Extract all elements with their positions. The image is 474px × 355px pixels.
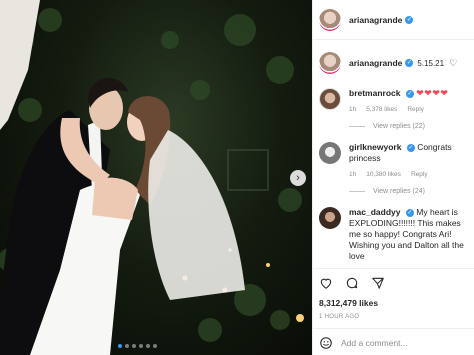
add-comment-bar [313, 328, 474, 355]
carousel-dot [125, 344, 129, 348]
comment-username[interactable]: mac_daddyy [349, 207, 401, 217]
comment-likes[interactable]: 10,380 likes [366, 169, 401, 180]
caption-date: 5.15.21 [417, 58, 445, 68]
author-username[interactable]: arianagrande [349, 15, 402, 25]
reply-button[interactable]: Reply [407, 104, 424, 115]
verified-icon: ✓ [406, 143, 415, 152]
carousel-dot [139, 344, 143, 348]
verified-icon: ✓ [405, 208, 414, 217]
comment-username[interactable]: bretmanrock [349, 88, 401, 98]
next-arrow-icon[interactable]: › [290, 170, 306, 186]
carousel-dot [118, 344, 122, 348]
carousel-dot [153, 344, 157, 348]
comment-time: 1h [349, 171, 357, 178]
caption: arianagrande ✓ 5.15.21 ♡ [319, 50, 468, 76]
comment-text: ❤❤❤❤ [416, 88, 449, 98]
reply-button[interactable]: Reply [411, 169, 428, 180]
commenter-avatar[interactable] [319, 88, 341, 110]
post-photo[interactable]: › [0, 0, 312, 355]
commenter-avatar[interactable] [319, 207, 341, 229]
heart-icon[interactable]: ♡ [449, 58, 457, 69]
comment-likes[interactable]: 5,378 likes [366, 104, 397, 115]
view-replies-button[interactable]: View replies (22) [349, 123, 468, 130]
caption-username[interactable]: arianagrande [349, 58, 402, 68]
smiley-icon[interactable] [319, 336, 333, 350]
comments-section: arianagrande ✓ 5.15.21 ♡ bretmanrock ✓ ❤… [313, 40, 474, 268]
view-replies-button[interactable]: View replies (24) [349, 188, 468, 195]
likes-count[interactable]: 8,312,479 likes [319, 298, 468, 308]
comment: mac_daddyy ✓ My heart is EXPLODING!!!!!!… [319, 207, 468, 262]
commenter-avatar[interactable] [319, 142, 341, 164]
post-time: 1 HOUR AGO [319, 314, 360, 320]
carousel-indicator [118, 344, 157, 348]
verified-icon: ✓ [405, 89, 414, 98]
comment-icon[interactable] [345, 276, 359, 290]
verified-icon: ✓ [405, 15, 414, 24]
post-side-panel: arianagrande ✓ arianagrande ✓ 5.15.21 ♡ … [312, 0, 474, 355]
comment-input[interactable] [341, 337, 461, 348]
carousel-dot [132, 344, 136, 348]
author-avatar[interactable] [319, 8, 341, 31]
comment: girlknewyork ✓ Congrats princess 1h 10,3… [319, 142, 468, 180]
post-actions: 8,312,479 likes 1 HOUR AGO [313, 268, 474, 355]
wedding-photo-illustration [0, 0, 304, 355]
comment-time: 1h [349, 106, 357, 113]
comment: bretmanrock ✓ ❤❤❤❤ 1h 5,378 likes Reply [319, 88, 468, 115]
heart-icon[interactable] [319, 276, 333, 290]
share-icon[interactable] [371, 276, 385, 290]
caption-avatar[interactable] [319, 52, 341, 74]
comment-username[interactable]: girlknewyork [349, 142, 401, 152]
carousel-dot [146, 344, 150, 348]
verified-icon: ✓ [405, 59, 414, 67]
post-header: arianagrande ✓ [313, 0, 474, 40]
